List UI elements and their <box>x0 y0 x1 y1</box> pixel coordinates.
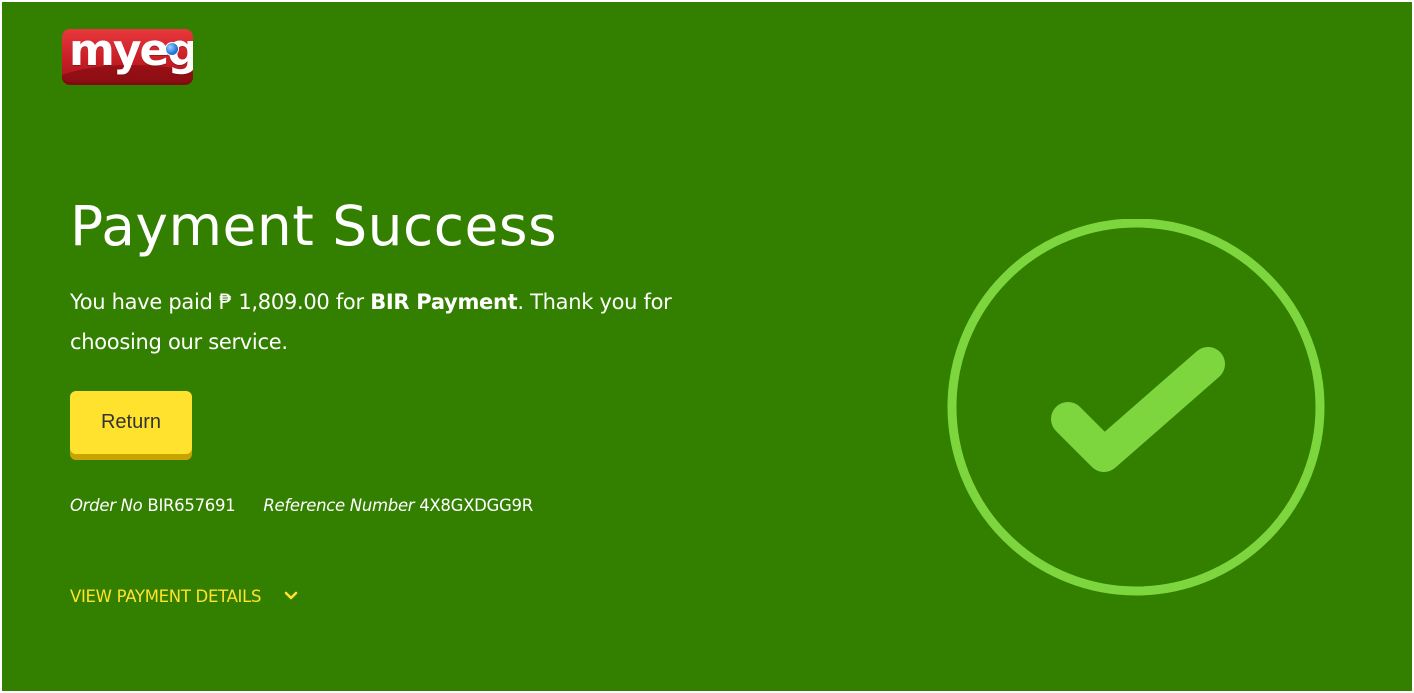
order-no-label: Order No <box>70 496 143 515</box>
myeg-logo[interactable]: myeg <box>62 29 193 85</box>
payment-message: You have paid ₱ 1,809.00 for BIR Payment… <box>70 282 720 362</box>
message-prefix: You have paid ₱ 1,809.00 for <box>70 290 371 314</box>
reference-number-label: Reference Number <box>263 496 415 515</box>
order-info: Order No BIR657691 Reference Number 4X8GX… <box>70 494 533 518</box>
check-circle-icon <box>946 218 1326 599</box>
view-payment-details-toggle[interactable]: VIEW PAYMENT DETAILS <box>70 585 298 610</box>
view-payment-details-label: VIEW PAYMENT DETAILS <box>70 587 262 606</box>
return-button[interactable]: Return <box>70 391 192 454</box>
order-no-value: BIR657691 <box>147 496 236 515</box>
page-title: Payment Success <box>70 194 558 258</box>
logo-globe-icon <box>165 42 179 56</box>
service-name: BIR Payment <box>370 290 518 314</box>
payment-success-page: myeg Payment Success You have paid ₱ 1,8… <box>2 2 1412 691</box>
chevron-down-icon <box>284 584 298 608</box>
reference-number-value: 4X8GXDGG9R <box>419 496 533 515</box>
